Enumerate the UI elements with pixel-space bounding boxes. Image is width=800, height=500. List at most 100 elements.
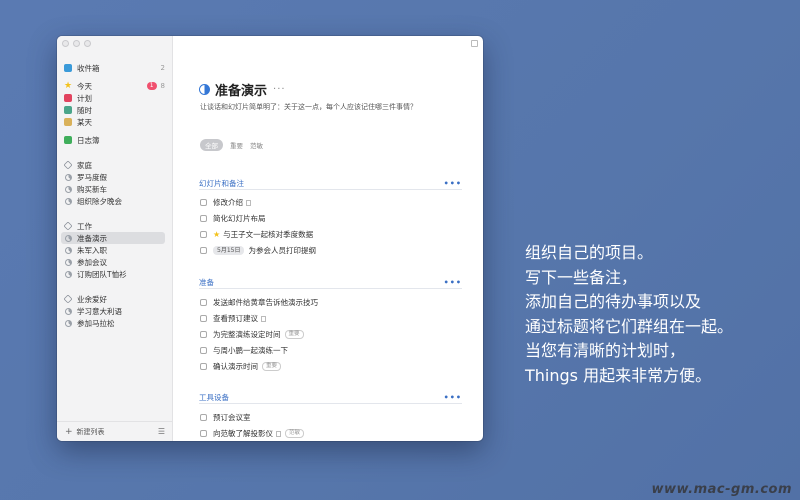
project-notes[interactable]: 让谈话和幻灯片简单明了：关于这一点，每个人应该记住哪三件事情？ (200, 102, 417, 112)
todo-title: 与王子文一起核对季度数据 (223, 230, 314, 239)
sidebar-item-label: 某天 (77, 117, 92, 127)
todo-item[interactable]: 向范敏了解投影仪 范敏 (200, 428, 305, 439)
todo-title: 与周小鹏一起演练一下 (213, 346, 288, 355)
todo-title: 修改介绍 (213, 198, 243, 207)
sidebar-item-plan[interactable]: 计划 (64, 92, 165, 104)
todo-checkbox[interactable] (200, 231, 207, 238)
sidebar-item-label: 日志簿 (77, 135, 100, 145)
sidebar-area[interactable]: 家庭 (63, 159, 165, 171)
todo-checkbox[interactable] (200, 299, 207, 306)
sidebar-item-label: 今天 (77, 81, 92, 91)
todo-title: 查看预订建议 (213, 314, 258, 323)
todo-title: 预订会议室 (213, 413, 251, 422)
heading-more-icon[interactable]: ••• (444, 278, 462, 287)
project-progress-icon (64, 246, 72, 254)
sidebar-area[interactable]: 工作 (63, 220, 165, 232)
section-heading[interactable]: 准备 ••• (199, 277, 462, 289)
todo-item[interactable]: ★ 与王子文一起核对季度数据 (200, 229, 313, 240)
todo-checkbox[interactable] (200, 215, 207, 222)
heading-more-icon[interactable]: ••• (444, 393, 462, 402)
sidebar-project[interactable]: 罗马度假 (64, 171, 165, 183)
project-title[interactable]: 准备演示 (215, 80, 267, 99)
project-progress-icon (64, 258, 72, 266)
fullscreen-icon[interactable] (471, 40, 478, 47)
todo-checkbox[interactable] (200, 347, 207, 354)
todo-item[interactable]: 与周小鹏一起演练一下 (200, 345, 288, 356)
sidebar-project-label: 参加马拉松 (77, 318, 115, 328)
sidebar-project[interactable]: 参加会议 (64, 256, 165, 268)
todo-title: 发送邮件给黄章告诉他演示技巧 (213, 298, 318, 307)
promo-line: 当您有清晰的计划时， (525, 341, 686, 360)
tag-filter-all[interactable]: 全部 (200, 139, 223, 151)
app-window: 收件箱 2 ★ 今天 1 8 计划 随时 某天 日志簿 家庭 罗马度假 购买新车… (57, 36, 483, 441)
sidebar-project-label: 学习意大利语 (77, 306, 122, 316)
area-icon (63, 221, 73, 231)
todo-title: 为完整演练设定时间 (213, 330, 281, 339)
promo-text: 组织自己的项目。 写下一些备注， 添加自己的待办事项以及 通过标题将它们群组在一… (525, 241, 733, 388)
sidebar-item-someday[interactable]: 某天 (64, 116, 165, 128)
settings-sliders-icon[interactable]: ☰ (158, 427, 165, 436)
inbox-count: 2 (160, 64, 165, 72)
project-progress-icon (64, 234, 72, 242)
project-progress-icon (199, 84, 210, 95)
sidebar-item-anytime[interactable]: 随时 (64, 104, 165, 116)
note-icon (261, 315, 266, 322)
todo-item[interactable]: 查看预订建议 (200, 313, 266, 324)
sidebar-project[interactable]: 朱军入职 (64, 244, 165, 256)
todo-item[interactable]: 确认演示时间 重要 (200, 361, 282, 372)
todo-item[interactable]: 发送邮件给黄章告诉他演示技巧 (200, 297, 318, 308)
page-title: 准备演示 ··· (199, 80, 286, 99)
todo-checkbox[interactable] (200, 331, 207, 338)
layers-icon (64, 106, 72, 114)
sidebar-item-logbook[interactable]: 日志簿 (64, 134, 165, 146)
project-progress-icon (64, 319, 72, 327)
todo-title: 确认演示时间 (213, 362, 258, 371)
sidebar-item-today[interactable]: ★ 今天 1 8 (64, 80, 165, 92)
todo-item[interactable]: 5月15日 为参会人员打印提纲 (200, 245, 316, 256)
sidebar-project-label: 组织除夕晚会 (77, 196, 122, 206)
sidebar-project[interactable]: 购买新车 (64, 183, 165, 195)
todo-checkbox[interactable] (200, 315, 207, 322)
sidebar-area[interactable]: 业余爱好 (63, 293, 165, 305)
tag-chip: 范敏 (285, 429, 305, 438)
sidebar-item-inbox[interactable]: 收件箱 2 (64, 62, 165, 74)
section-heading-label: 工具设备 (199, 393, 229, 402)
project-progress-icon (64, 185, 72, 193)
sidebar-project-label: 朱军入职 (77, 245, 107, 255)
sidebar-item-label: 收件箱 (77, 63, 100, 73)
minimize-window-button[interactable] (73, 40, 80, 47)
note-icon (246, 199, 251, 206)
more-options-button[interactable]: ··· (273, 84, 286, 95)
todo-checkbox[interactable] (200, 363, 207, 370)
todo-item[interactable]: 预订会议室 (200, 412, 251, 423)
tag-filter-bar: 全部 重要 范敏 (200, 139, 263, 151)
sidebar-project[interactable]: 学习意大利语 (64, 305, 165, 317)
logbook-icon (64, 136, 72, 144)
inbox-icon (64, 64, 72, 72)
todo-item[interactable]: 修改介绍 (200, 197, 251, 208)
section-heading[interactable]: 工具设备 ••• (199, 392, 462, 404)
zoom-window-button[interactable] (84, 40, 91, 47)
close-window-button[interactable] (62, 40, 69, 47)
tag-filter-important[interactable]: 重要 (230, 140, 243, 150)
section-heading[interactable]: 幻灯片和备注 ••• (199, 178, 462, 190)
todo-checkbox[interactable] (200, 247, 207, 254)
todo-checkbox[interactable] (200, 199, 207, 206)
todo-checkbox[interactable] (200, 430, 207, 437)
sidebar-project[interactable]: 订购团队T恤衫 (64, 268, 165, 280)
today-count: 8 (160, 82, 165, 90)
sidebar-project[interactable]: 组织除夕晚会 (64, 195, 165, 207)
sidebar-project-label: 订购团队T恤衫 (77, 269, 127, 279)
heading-more-icon[interactable]: ••• (444, 179, 462, 188)
star-icon: ★ (63, 81, 73, 91)
todo-item[interactable]: 为完整演练设定时间 重要 (200, 329, 304, 340)
sidebar-project[interactable]: 参加马拉松 (64, 317, 165, 329)
todo-item[interactable]: 简化幻灯片布局 (200, 213, 266, 224)
sidebar-item-label: 计划 (77, 93, 92, 103)
sidebar-project-selected[interactable]: 准备演示 (61, 232, 165, 244)
tag-filter-fanmin[interactable]: 范敏 (250, 140, 263, 150)
plus-icon[interactable]: + (65, 427, 73, 437)
new-list-button[interactable]: 新建列表 (77, 427, 105, 437)
todo-checkbox[interactable] (200, 414, 207, 421)
watermark: www.mac-gm.com (651, 482, 792, 497)
